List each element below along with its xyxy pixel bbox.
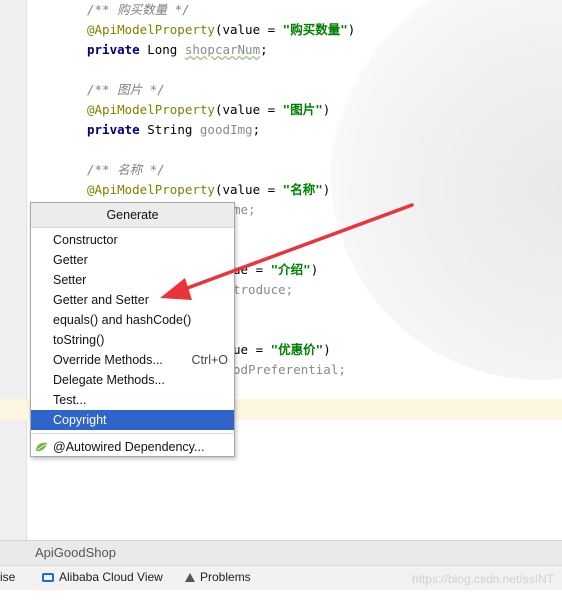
menu-item-autowired-dependency[interactable]: @Autowired Dependency... — [31, 437, 234, 457]
menu-item-delegate-methods[interactable]: Delegate Methods... — [31, 370, 234, 390]
code-line-3: private Long shopcarNum; — [87, 42, 268, 57]
warning-triangle-icon — [185, 572, 195, 582]
generate-menu: Constructor Getter Setter Getter and Set… — [31, 230, 234, 457]
alibaba-cloud-icon — [42, 572, 54, 582]
menu-separator — [31, 433, 234, 434]
problems-tab[interactable]: Problems — [185, 570, 251, 584]
tool-window-title[interactable]: ApiGoodShop — [35, 545, 116, 560]
menu-item-getter-and-setter[interactable]: Getter and Setter — [31, 290, 234, 310]
code-line-7: private String goodImg; — [87, 122, 261, 137]
watermark-text: https://blog.csdn.net/ssINT — [411, 572, 554, 586]
code-line-15-fragment: troduce; — [233, 282, 294, 297]
status-item-cut-off[interactable]: ise — [0, 570, 15, 584]
code-line-6: @ApiModelProperty(value = "图片") — [87, 102, 331, 117]
window-bottom-edge — [0, 590, 562, 608]
menu-item-equals-hashcode[interactable]: equals() and hashCode() — [31, 310, 234, 330]
shortcut-label: Ctrl+O — [191, 353, 228, 367]
menu-item-copyright[interactable]: Copyright — [31, 410, 234, 430]
code-line-9: /** 名称 */ — [87, 162, 165, 177]
code-line-19-fragment: odPreferential; — [233, 362, 346, 377]
menu-item-tostring[interactable]: toString() — [31, 330, 234, 350]
spring-leaf-icon — [36, 442, 47, 452]
alibaba-cloud-view-tab[interactable]: Alibaba Cloud View — [42, 570, 163, 584]
menu-item-test[interactable]: Test... — [31, 390, 234, 410]
code-line-10: @ApiModelProperty(value = "名称") — [87, 182, 331, 197]
menu-item-override-methods[interactable]: Override Methods... Ctrl+O — [31, 350, 234, 370]
editor-gutter — [0, 0, 27, 540]
code-line-14-fragment: ue = "介绍") — [233, 262, 319, 277]
status-bar: ise Alibaba Cloud View Problems https://… — [0, 565, 562, 591]
menu-item-getter[interactable]: Getter — [31, 250, 234, 270]
code-line-2: @ApiModelProperty(value = "购买数量") — [87, 22, 356, 37]
background-image — [330, 0, 562, 380]
generate-popup: Generate Constructor Getter Setter Gette… — [30, 202, 235, 457]
menu-item-setter[interactable]: Setter — [31, 270, 234, 290]
code-line-11-fragment: me; — [233, 202, 256, 217]
menu-item-constructor[interactable]: Constructor — [31, 230, 234, 250]
tool-window-bar: ApiGoodShop — [0, 540, 562, 566]
popup-title: Generate — [31, 203, 234, 228]
code-line-1: /** 购买数量 */ — [87, 2, 190, 17]
code-line-18-fragment: ue = "优惠价") — [233, 342, 331, 357]
code-line-5: /** 图片 */ — [87, 82, 165, 97]
